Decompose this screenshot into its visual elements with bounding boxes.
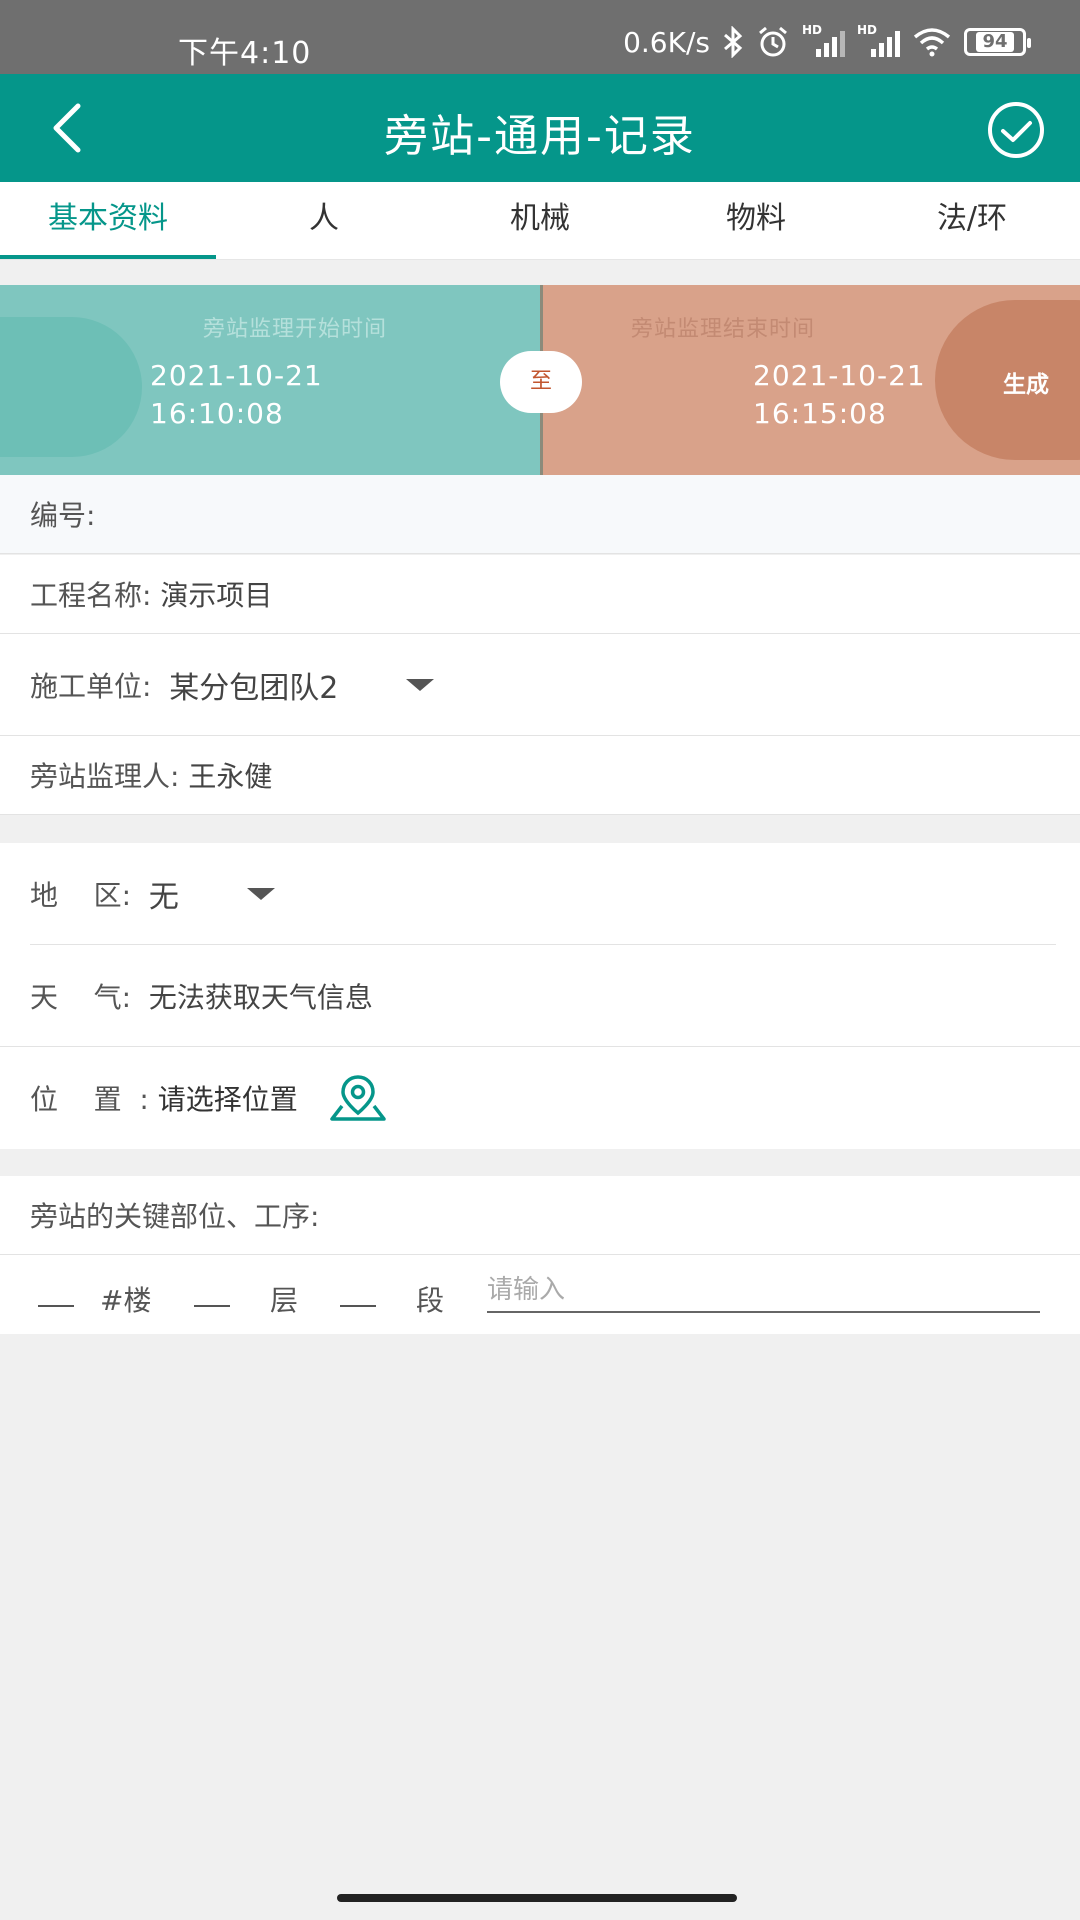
weather-row: 天 气: 无法获取天气信息: [0, 945, 1080, 1047]
construction-unit-select[interactable]: 施工单位: 某分包团队2: [0, 634, 1080, 736]
number-row: 编号:: [0, 475, 1080, 554]
region-label: 地 区:: [30, 879, 149, 912]
floor-suffix: 层: [270, 1284, 299, 1317]
page-title: 旁站-通用-记录: [384, 111, 696, 162]
generate-button[interactable]: 生成: [1003, 365, 1049, 399]
section-suffix: 段: [416, 1284, 445, 1317]
supervisor-label: 旁站监理人:: [30, 760, 189, 793]
alarm-icon: [759, 26, 787, 57]
decorative-shape: [0, 317, 142, 457]
start-clock: 16:10:08: [150, 397, 284, 430]
signal-icon: HD: [802, 23, 845, 57]
weather-label: 天 气:: [30, 980, 149, 1014]
building-suffix: #楼: [100, 1284, 152, 1317]
tab-people[interactable]: 人: [216, 182, 432, 259]
key-parts-input[interactable]: [487, 1269, 1040, 1313]
tab-bar: 基本资料 人 机械 物料 法/环: [0, 182, 1080, 260]
construction-unit-value: 某分包团队2: [169, 670, 339, 706]
status-indicators: 0.6K/s HD HD 94: [623, 22, 1031, 62]
status-bar: 下午4:10 0.6K/s HD HD 94: [0, 0, 1080, 74]
battery-icon: 94: [964, 28, 1031, 56]
end-date: 2021-10-21: [753, 359, 926, 392]
chevron-down-icon: [406, 678, 435, 691]
supervisor-value: 王永健: [188, 760, 273, 793]
tab-machinery[interactable]: 机械: [432, 182, 648, 259]
environment-section: 地 区: 无 天 气: 无法获取天气信息 位 置 : 请选择位置: [0, 843, 1080, 1149]
map-pin-icon[interactable]: [328, 1073, 388, 1123]
project-section: 工程名称: 演示项目 施工单位: 某分包团队2 旁站监理人: 王永健: [0, 555, 1080, 815]
time-range-banner: 旁站监理开始时间 2021-10-21 16:10:08 旁站监理结束时间 20…: [0, 285, 1080, 475]
start-time-value: 2021-10-21 16:10:08: [150, 357, 323, 433]
status-time: 下午4:10: [178, 36, 312, 71]
end-time-panel[interactable]: 旁站监理结束时间 2021-10-21 16:15:08 生成: [540, 285, 1080, 475]
supervisor-row: 旁站监理人: 王永健: [0, 736, 1080, 815]
start-time-panel[interactable]: 旁站监理开始时间 2021-10-21 16:10:08: [0, 285, 540, 475]
signal-icon: HD: [857, 23, 900, 57]
start-date: 2021-10-21: [150, 359, 323, 392]
region-value: 无: [148, 880, 179, 915]
key-parts-input-row: #楼 层 段: [0, 1255, 1080, 1334]
key-parts-label-row: 旁站的关键部位、工序:: [0, 1176, 1080, 1255]
project-value: 演示项目: [160, 579, 273, 612]
location-value[interactable]: 请选择位置: [158, 1078, 298, 1118]
location-row[interactable]: 位 置 : 请选择位置: [0, 1047, 1080, 1149]
tab-materials[interactable]: 物料: [648, 182, 864, 259]
basic-info-section: 编号:: [0, 475, 1080, 554]
check-circle-icon[interactable]: [986, 100, 1046, 160]
weather-value: 无法获取天气信息: [148, 980, 373, 1014]
start-time-label: 旁站监理开始时间: [203, 317, 388, 342]
tab-basic-info[interactable]: 基本资料: [0, 182, 216, 259]
end-time-label: 旁站监理结束时间: [631, 317, 816, 342]
to-badge: 至: [500, 351, 582, 413]
building-number-input[interactable]: [38, 1277, 74, 1307]
wifi-icon: [913, 28, 951, 57]
chevron-down-icon: [246, 888, 275, 900]
end-time-value: 2021-10-21 16:15:08: [753, 357, 926, 433]
end-clock: 16:15:08: [753, 397, 887, 430]
number-label: 编号:: [30, 499, 96, 532]
home-indicator[interactable]: [337, 1894, 737, 1902]
net-speed: 0.6K/s: [623, 25, 710, 59]
key-parts-section: 旁站的关键部位、工序: #楼 层 段: [0, 1176, 1080, 1334]
floor-number-input[interactable]: [194, 1277, 230, 1307]
app-bar: 旁站-通用-记录: [0, 74, 1080, 182]
project-label: 工程名称:: [30, 579, 161, 612]
location-label: 位 置 :: [30, 1083, 158, 1116]
section-number-input[interactable]: [340, 1277, 376, 1307]
construction-unit-label: 施工单位:: [30, 669, 170, 703]
region-select[interactable]: 地 区: 无: [0, 843, 1080, 945]
bluetooth-icon: [724, 26, 743, 58]
key-parts-label: 旁站的关键部位、工序:: [30, 1200, 320, 1233]
tab-method-environment[interactable]: 法/环: [864, 182, 1080, 259]
project-row: 工程名称: 演示项目: [0, 555, 1080, 634]
